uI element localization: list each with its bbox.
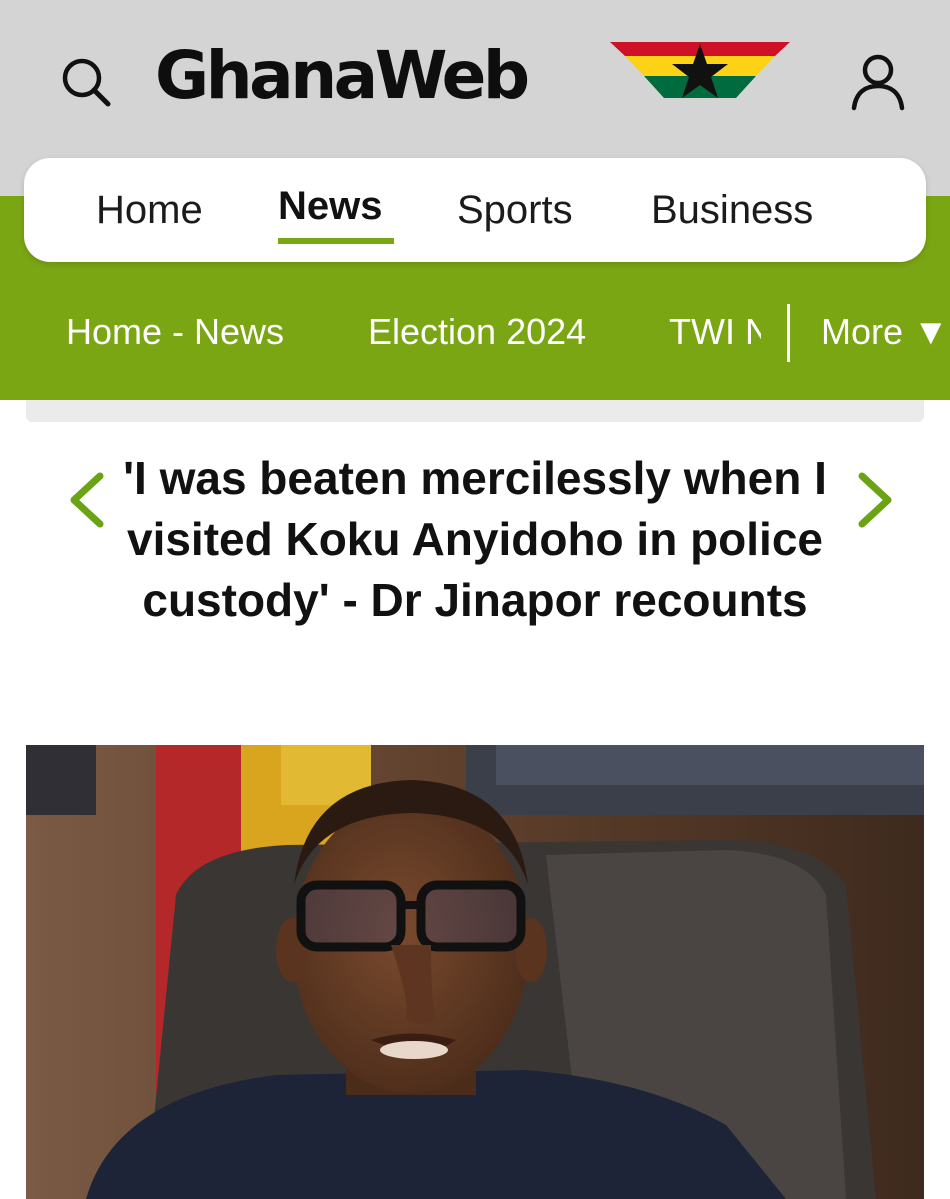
main-nav: Home News Sports Business (24, 158, 926, 262)
user-account-button[interactable] (846, 50, 910, 114)
article-headline: 'I was beaten mercilessly when I visited… (123, 452, 827, 626)
ghana-flag-star-icon (610, 42, 790, 98)
site-logo[interactable]: GhanaWeb (155, 36, 795, 116)
chevron-right-icon (858, 472, 892, 528)
sub-nav-item-election-2024[interactable]: Election 2024 (368, 300, 586, 364)
article-photo-illustration (26, 745, 924, 1199)
sub-nav-item-twi-clip: TWI N (669, 300, 761, 364)
nav-item-news[interactable]: News (278, 158, 383, 262)
sub-nav-divider (787, 304, 790, 362)
user-icon (851, 54, 905, 111)
nav-item-sports[interactable]: Sports (457, 158, 573, 262)
logo-text: GhanaWeb (155, 37, 530, 114)
next-article-button[interactable] (852, 468, 898, 532)
content-top-strip (26, 400, 924, 422)
search-button[interactable] (56, 52, 116, 112)
sub-nav-item-home-news[interactable]: Home - News (66, 300, 284, 364)
article-photo (26, 745, 924, 1199)
more-menu-button[interactable]: More ▼ (821, 300, 949, 364)
search-icon (62, 58, 111, 107)
sub-nav: Home - News Election 2024 TWI N More ▼ (0, 300, 950, 364)
nav-item-home[interactable]: Home (96, 158, 203, 262)
sub-nav-item-twi[interactable]: TWI N (669, 300, 761, 364)
active-nav-underline (278, 238, 394, 244)
nav-item-business[interactable]: Business (651, 158, 813, 262)
